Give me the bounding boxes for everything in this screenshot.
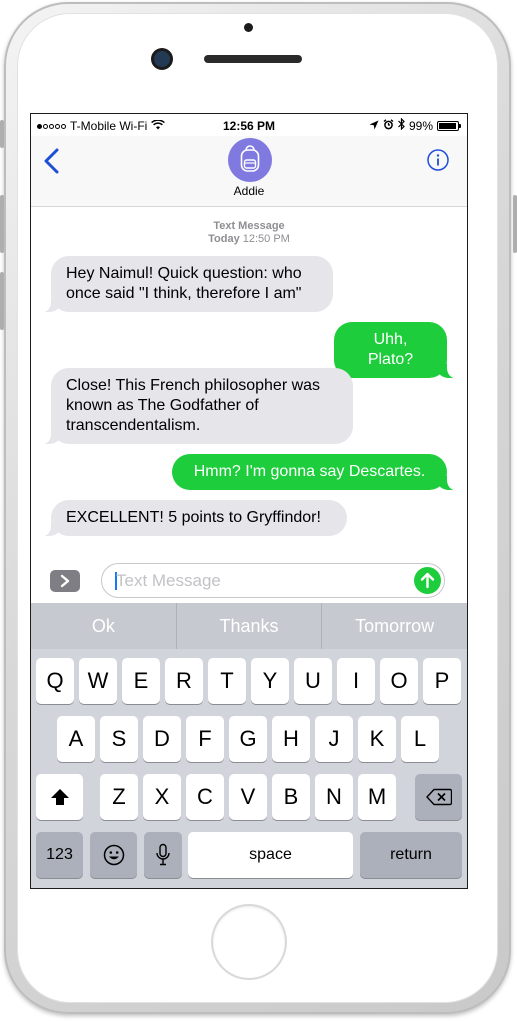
- message-text: Uhh, Plato?: [367, 331, 414, 368]
- timestamp: Today 12:50 PM: [31, 233, 467, 245]
- arrow-up-icon: [420, 572, 435, 589]
- info-icon: [427, 149, 449, 171]
- apps-toggle-button[interactable]: [50, 570, 80, 592]
- predictive-bar: Ok Thanks Tomorrow: [31, 603, 467, 649]
- message-text: Close! This French philosopher was known…: [66, 377, 321, 434]
- conversation-meta: Text Message Today 12:50 PM: [31, 220, 467, 245]
- message-bubble-outgoing[interactable]: Uhh, Plato?: [334, 322, 459, 378]
- key-a[interactable]: A: [57, 716, 95, 762]
- key-w[interactable]: W: [79, 658, 117, 704]
- mute-switch: [0, 120, 4, 148]
- key-y[interactable]: Y: [251, 658, 289, 704]
- return-key[interactable]: return: [360, 832, 462, 878]
- key-o[interactable]: O: [380, 658, 418, 704]
- contact-name[interactable]: Addie: [31, 184, 467, 198]
- chevron-right-icon: [60, 574, 70, 588]
- message-input[interactable]: Text Message: [101, 563, 445, 598]
- front-sensor: [244, 23, 253, 32]
- dictation-key[interactable]: [144, 832, 182, 878]
- key-r[interactable]: R: [165, 658, 203, 704]
- battery-percent: 99%: [408, 118, 433, 133]
- volume-up-button: [0, 195, 4, 253]
- volume-down-button: [0, 272, 4, 330]
- emoji-key[interactable]: [90, 832, 137, 878]
- timestamp-time: 12:50 PM: [242, 233, 290, 245]
- status-right: 99%: [369, 117, 461, 133]
- earpiece-speaker: [204, 55, 302, 63]
- power-button: [513, 195, 517, 253]
- key-k[interactable]: K: [358, 716, 396, 762]
- keyboard: Ok Thanks Tomorrow Q W E R T Y U I O P A…: [31, 603, 467, 888]
- key-g[interactable]: G: [229, 716, 267, 762]
- message-input-placeholder: Text Message: [116, 571, 221, 590]
- conversation-header: Addie: [31, 136, 467, 207]
- message-text: Hmm? I'm gonna say Descartes.: [193, 463, 426, 480]
- screen: T-Mobile Wi-Fi 12:56 PM 99% Addie Text M…: [30, 113, 468, 889]
- home-button[interactable]: [213, 906, 285, 978]
- info-button[interactable]: [427, 149, 449, 171]
- key-h[interactable]: H: [272, 716, 310, 762]
- battery-icon: [437, 120, 461, 131]
- key-p[interactable]: P: [423, 658, 461, 704]
- message-text: Hey Naimul! Quick question: who once sai…: [66, 265, 302, 302]
- service-label: Text Message: [213, 220, 285, 232]
- message-bubble-outgoing[interactable]: Hmm? I'm gonna say Descartes.: [172, 454, 459, 490]
- shift-arrow-icon: [50, 789, 69, 805]
- key-v[interactable]: V: [229, 774, 267, 820]
- backpack-icon: [240, 145, 260, 172]
- contact-avatar[interactable]: [228, 138, 272, 182]
- alarm-icon: [383, 118, 394, 133]
- key-d[interactable]: D: [143, 716, 181, 762]
- message-text: EXCELLENT! 5 points to Gryffindor!: [66, 509, 321, 526]
- message-bubble-incoming[interactable]: Close! This French philosopher was known…: [39, 368, 353, 444]
- key-j[interactable]: J: [315, 716, 353, 762]
- shift-key[interactable]: [36, 774, 83, 820]
- key-c[interactable]: C: [186, 774, 224, 820]
- key-e[interactable]: E: [122, 658, 160, 704]
- key-s[interactable]: S: [100, 716, 138, 762]
- key-l[interactable]: L: [401, 716, 439, 762]
- key-i[interactable]: I: [337, 658, 375, 704]
- timestamp-day: Today: [208, 233, 240, 245]
- suggestion-ok[interactable]: Ok: [31, 603, 176, 649]
- key-u[interactable]: U: [294, 658, 332, 704]
- microphone-icon: [156, 843, 170, 866]
- numbers-key[interactable]: 123: [36, 832, 83, 878]
- delete-key[interactable]: [415, 774, 462, 820]
- suggestion-thanks[interactable]: Thanks: [175, 603, 322, 649]
- key-b[interactable]: B: [272, 774, 310, 820]
- back-button[interactable]: [41, 146, 63, 176]
- key-f[interactable]: F: [186, 716, 224, 762]
- key-q[interactable]: Q: [36, 658, 74, 704]
- message-bubble-incoming[interactable]: EXCELLENT! 5 points to Gryffindor!: [39, 500, 347, 536]
- status-bar: T-Mobile Wi-Fi 12:56 PM 99%: [31, 114, 467, 136]
- space-key[interactable]: space: [188, 832, 353, 878]
- bluetooth-icon: [398, 117, 405, 133]
- key-x[interactable]: X: [143, 774, 181, 820]
- key-n[interactable]: N: [315, 774, 353, 820]
- location-arrow-icon: [369, 119, 379, 133]
- message-bubble-incoming[interactable]: Hey Naimul! Quick question: who once sai…: [39, 256, 333, 312]
- front-camera: [154, 51, 170, 67]
- emoji-icon: [103, 844, 124, 866]
- key-t[interactable]: T: [208, 658, 246, 704]
- chevron-left-icon: [44, 148, 59, 174]
- key-z[interactable]: Z: [100, 774, 138, 820]
- send-button[interactable]: [414, 567, 441, 594]
- backspace-icon: [425, 788, 452, 806]
- key-m[interactable]: M: [358, 774, 396, 820]
- suggestion-tomorrow[interactable]: Tomorrow: [321, 603, 467, 649]
